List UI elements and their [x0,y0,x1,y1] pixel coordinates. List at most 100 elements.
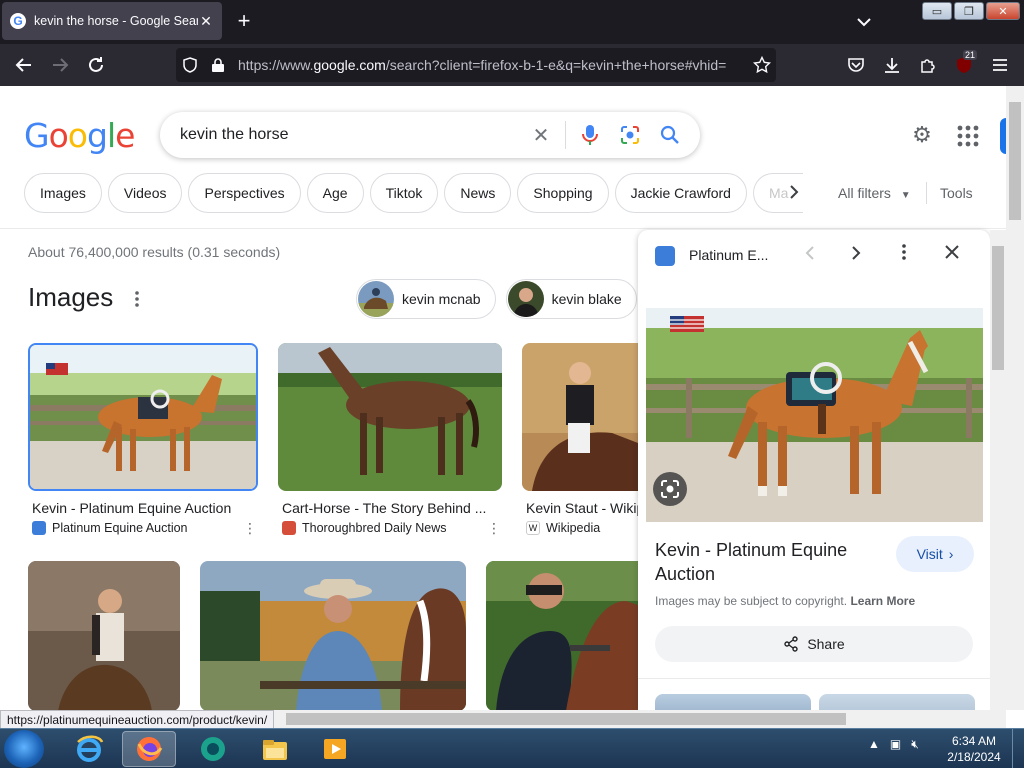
visit-chevron-icon: › [948,546,954,562]
image-result-3-source[interactable]: W Wikipedia [526,521,638,535]
page-scroll-thumb[interactable] [1009,102,1021,220]
show-desktop-button[interactable] [1012,729,1024,768]
next-image-chevron-icon[interactable] [844,243,868,267]
image-result-1[interactable] [28,343,258,491]
image-result-3-title[interactable]: Kevin Staut - Wikip [526,500,638,516]
search-divider [565,121,566,149]
chip-perspectives[interactable]: Perspectives [188,173,301,213]
thoroughbred-daily-news-favicon-icon [282,521,296,535]
image-result-1-source[interactable]: Platinum Equine Auction [32,521,232,535]
images-more-options-icon[interactable] [134,290,146,310]
chip-videos[interactable]: Videos [107,173,183,213]
tab-google-search[interactable]: G kevin the horse - Google Search ✕ [2,2,222,40]
chip-news[interactable]: News [444,173,512,213]
google-logo[interactable]: Google [24,116,135,155]
image-result-1-more-icon[interactable]: ⋮ [243,520,257,537]
chips-next-chevron-icon[interactable] [782,182,806,206]
previous-image-chevron-icon[interactable] [798,243,822,267]
new-tab-button[interactable]: + [232,10,256,34]
image-result-2-more-icon[interactable]: ⋮ [487,520,501,537]
media-player-taskbar-icon[interactable] [308,731,362,767]
tab-title: kevin the horse - Google Search [34,14,198,28]
back-arrow-icon[interactable] [12,53,36,77]
pocket-icon[interactable] [844,53,868,77]
preview-more-options-icon[interactable] [892,243,916,267]
page-vertical-scrollbar[interactable] [1006,86,1024,710]
chip-shopping[interactable]: Shopping [517,173,609,213]
search-inside-image-lens-icon[interactable] [653,472,687,506]
settings-gear-icon[interactable]: ⚙ [908,122,936,150]
app-taskbar-icon[interactable] [186,731,240,767]
ublock-extension-icon[interactable]: 21 [952,50,978,77]
reload-icon[interactable] [84,53,108,77]
platinum-equine-favicon-icon [32,521,46,535]
lock-icon[interactable] [204,48,232,82]
share-button[interactable]: Share [655,626,973,662]
chip-images[interactable]: Images [24,173,102,213]
related-chip-kevin-blake[interactable]: kevin blake [505,279,637,319]
image-result-5[interactable] [200,561,466,710]
image-preview-panel: Platinum E... Kevin - Platinum Equine Au… [638,230,990,710]
list-all-tabs-chevron-icon[interactable] [852,10,876,34]
network-icon[interactable]: ▣ [890,737,901,752]
close-window-button[interactable]: ✕ [986,2,1020,20]
panel-vertical-scrollbar[interactable] [990,230,1006,710]
chip-age[interactable]: Age [306,173,364,213]
image-result-2-title[interactable]: Cart-Horse - The Story Behind ... [282,500,496,516]
images-heading: Images [28,282,114,312]
url-text: https://www.google.com/search?client=fir… [238,57,727,73]
image-result-1-title[interactable]: Kevin - Platinum Equine Auction [32,500,254,516]
file-explorer-taskbar-icon[interactable] [248,731,302,767]
google-lens-icon[interactable] [610,115,650,155]
internet-explorer-taskbar-icon[interactable] [62,731,116,767]
start-button-windows-icon[interactable] [4,730,44,768]
google-apps-grid-icon[interactable] [956,124,980,148]
minimize-button[interactable]: ▭ [922,2,952,20]
downloads-icon[interactable] [880,53,904,77]
image-result-3[interactable] [522,343,638,491]
panel-scroll-thumb[interactable] [992,246,1004,370]
learn-more-link[interactable]: Learn More [850,594,915,608]
taskbar-clock[interactable]: 6:34 AM 2/18/2024 [944,733,1004,765]
bookmark-star-icon[interactable] [748,48,776,82]
address-bar[interactable]: https://www.google.com/search?client=fir… [176,48,776,82]
close-preview-icon[interactable] [940,243,964,267]
chip-jackie-crawford[interactable]: Jackie Crawford [614,173,747,213]
search-box[interactable]: kevin the horse ✕ [160,112,700,158]
preview-site-name[interactable]: Platinum E... [689,247,768,263]
result-stats: About 76,400,000 results (0.31 seconds) [28,244,281,260]
image-result-4[interactable] [28,561,180,710]
tools-button[interactable]: Tools [940,185,973,201]
volume-muted-icon[interactable]: 🔇︎ [911,737,919,752]
firefox-taskbar-icon[interactable] [122,731,176,767]
related-image-thumb[interactable] [819,694,975,710]
all-filters-button[interactable]: All filters ▼ [838,185,911,201]
related-chip-label: kevin blake [551,291,622,307]
image-result-2[interactable] [278,343,502,491]
hamburger-menu-icon[interactable] [988,53,1012,77]
browser-nav-bar: https://www.google.com/search?client=fir… [0,44,1024,86]
image-result-6[interactable] [486,561,638,710]
show-hidden-icons-chevron-icon[interactable]: ▲ [868,737,880,752]
kevin-blake-avatar [507,281,544,317]
image-result-2-source[interactable]: Thoroughbred Daily News [282,521,482,535]
preview-title[interactable]: Kevin - Platinum Equine Auction [655,538,885,586]
restore-button[interactable]: ❐ [954,2,984,20]
search-input[interactable]: kevin the horse [180,126,521,144]
visit-button[interactable]: Visit › [896,536,974,572]
clear-search-icon[interactable]: ✕ [521,115,561,155]
related-chip-kevin-mcnab[interactable]: kevin mcnab [356,279,496,319]
preview-image[interactable] [646,308,983,522]
search-magnifier-icon[interactable] [650,115,690,155]
tracking-protection-shield-icon[interactable] [176,48,204,82]
tab-close-icon[interactable]: ✕ [198,13,214,30]
horizontal-scroll-thumb[interactable] [286,713,846,725]
extensions-puzzle-icon[interactable] [916,53,940,77]
forward-arrow-icon[interactable] [48,53,72,77]
share-icon [784,636,799,652]
related-image-thumb[interactable] [655,694,811,710]
voice-search-mic-icon[interactable] [570,115,610,155]
dropdown-caret-icon: ▼ [900,190,911,201]
chip-tiktok[interactable]: Tiktok [369,173,439,213]
filter-chips: Images Videos Perspectives Age Tiktok Ne… [24,173,803,213]
